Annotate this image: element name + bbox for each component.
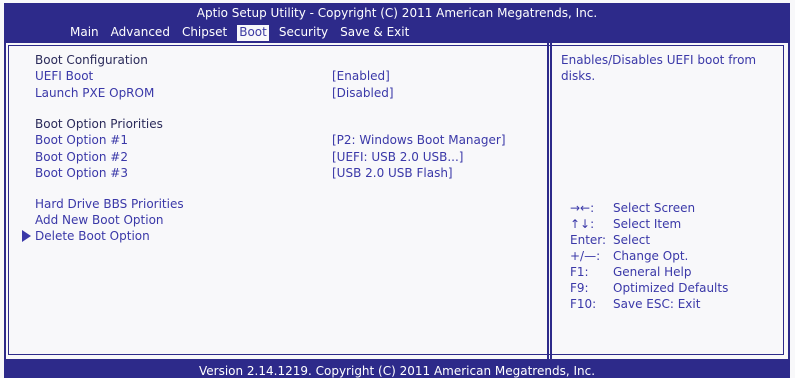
tab-advanced[interactable]: Advanced <box>109 25 172 41</box>
window-title: Aptio Setup Utility - Copyright (C) 2011… <box>196 6 598 20</box>
key-desc: Optimized Defaults <box>613 281 729 295</box>
header-bar: Aptio Setup Utility - Copyright (C) 2011… <box>4 3 790 41</box>
launch-pxe-option[interactable]: Launch PXE OpROM <box>35 86 154 100</box>
tab-chipset[interactable]: Chipset <box>180 25 229 41</box>
boot-option-1[interactable]: Boot Option #1 <box>35 133 128 147</box>
help-text: Enables/Disables UEFI boot from disks. <box>561 53 757 83</box>
key-desc: Select Screen <box>613 201 696 215</box>
boot-option-priorities-heading: Boot Option Priorities <box>35 117 163 131</box>
tab-security[interactable]: Security <box>277 25 330 41</box>
key-desc: Save ESC: Exit <box>613 297 701 311</box>
key-label: F9: <box>570 281 589 295</box>
boot-option-3-value[interactable]: [USB 2.0 USB Flash] <box>332 166 453 180</box>
submenu-arrow-icon <box>22 230 31 242</box>
hard-drive-bbs-priorities[interactable]: Hard Drive BBS Priorities <box>35 197 184 211</box>
tab-boot[interactable]: Boot <box>237 25 269 41</box>
key-label: F10: <box>570 297 597 311</box>
tab-bar: Main Advanced Chipset Boot Security Save… <box>68 25 419 41</box>
add-new-boot-option[interactable]: Add New Boot Option <box>35 213 164 227</box>
key-label: +/—: <box>570 249 601 263</box>
tab-main[interactable]: Main <box>68 25 101 41</box>
panel-divider <box>547 41 552 360</box>
key-desc: Select <box>613 233 651 247</box>
key-label: Enter: <box>570 233 607 247</box>
key-desc: Select Item <box>613 217 682 231</box>
footer-version: Version 2.14.1219. Copyright (C) 2011 Am… <box>4 361 790 378</box>
delete-boot-option[interactable]: Delete Boot Option <box>35 229 150 243</box>
arrows-ud-icon: ↑↓: <box>570 217 595 231</box>
tab-save-exit[interactable]: Save & Exit <box>338 25 411 41</box>
key-desc: General Help <box>613 265 692 279</box>
boot-option-2-value[interactable]: [UEFI: USB 2.0 USB...] <box>332 150 463 164</box>
boot-option-2[interactable]: Boot Option #2 <box>35 150 128 164</box>
launch-pxe-value[interactable]: [Disabled] <box>332 86 394 100</box>
arrows-lr-icon: →←: <box>570 201 595 215</box>
bios-screen: { "header": { "title": "Aptio Setup Util… <box>0 0 795 378</box>
boot-option-1-value[interactable]: [P2: Windows Boot Manager] <box>332 133 506 147</box>
boot-option-3[interactable]: Boot Option #3 <box>35 166 128 180</box>
uefi-boot-value[interactable]: [Enabled] <box>332 69 390 83</box>
key-label: F1: <box>570 265 589 279</box>
uefi-boot-option[interactable]: UEFI Boot <box>35 69 93 83</box>
boot-configuration-heading: Boot Configuration <box>35 53 148 67</box>
key-desc: Change Opt. <box>613 249 689 263</box>
